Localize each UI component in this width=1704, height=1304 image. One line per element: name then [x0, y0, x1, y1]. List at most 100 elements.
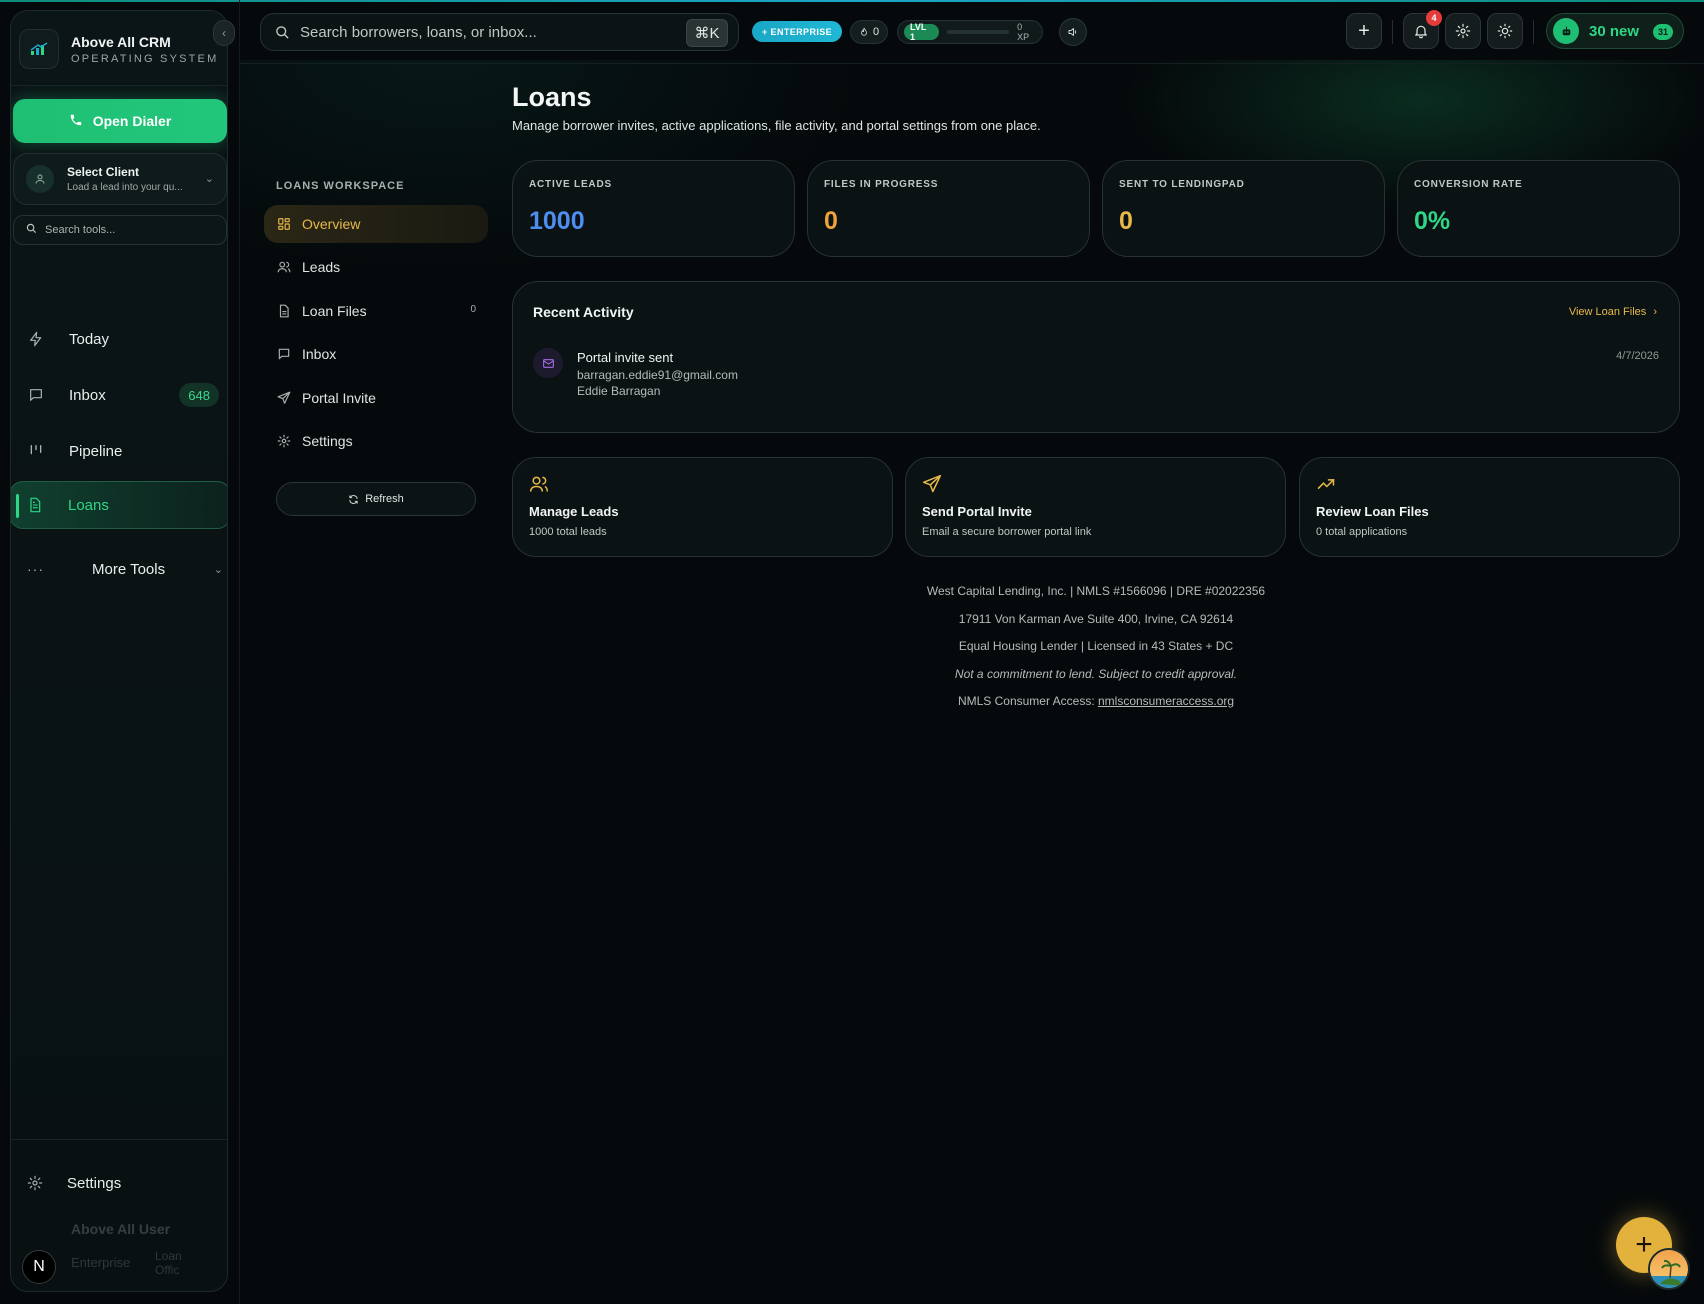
inbox-count-badge: 648	[179, 383, 219, 407]
xp-progress-bar	[946, 30, 1010, 34]
streak-counter: 0	[850, 20, 889, 44]
chevron-down-icon: ⌄	[204, 173, 214, 185]
manage-leads-card[interactable]: Manage Leads 1000 total leads	[512, 457, 893, 557]
chevron-down-icon: ⌄	[213, 563, 223, 576]
footer-disclaimer: Not a commitment to lend. Subject to cre…	[954, 667, 1238, 681]
search-icon	[275, 25, 290, 40]
assistant-avatar[interactable]	[1648, 1248, 1690, 1290]
sidebar-item-settings[interactable]: Settings	[11, 1161, 227, 1205]
global-search[interactable]: ⌘K	[260, 13, 739, 51]
select-client-title: Select Client	[67, 165, 140, 179]
refresh-button[interactable]: Refresh	[276, 482, 476, 516]
brand[interactable]: Above All CRM OPERATING SYSTEM	[19, 21, 219, 77]
brand-title: Above All CRM	[71, 33, 171, 50]
theme-toggle-button[interactable]	[1487, 13, 1523, 49]
notifications-button[interactable]: 4	[1403, 10, 1442, 49]
stat-card-active-leads: ACTIVE LEADS 1000	[512, 160, 795, 257]
select-client-dropdown[interactable]: Select Client Load a lead into your qu..…	[13, 153, 227, 205]
refresh-label: Refresh	[365, 493, 404, 505]
mail-icon	[533, 348, 563, 378]
collapse-sidebar-button[interactable]: ‹	[213, 20, 235, 46]
plus-icon: +	[1635, 1228, 1653, 1261]
flame-icon	[859, 26, 869, 38]
search-icon	[26, 221, 37, 239]
new-leads-count: 31	[1652, 24, 1673, 40]
action-card-title: Manage Leads	[529, 504, 619, 519]
user-name: Above All User	[71, 1221, 171, 1237]
send-portal-invite-card[interactable]: Send Portal Invite Email a secure borrow…	[905, 457, 1286, 557]
enterprise-badge: + ENTERPRISE	[752, 21, 843, 42]
workspace-item-portal-invite[interactable]: Portal Invite	[264, 379, 488, 417]
bell-icon	[1413, 23, 1429, 39]
activity-email: barragan.eddie91@gmail.com	[577, 368, 738, 382]
new-leads-label: 30 new	[1589, 22, 1640, 40]
stat-label: ACTIVE LEADS	[529, 179, 612, 190]
workspace-item-settings[interactable]: Settings	[264, 422, 488, 460]
xp-value: 0 XP	[1017, 22, 1030, 42]
new-leads-button[interactable]: 30 new 31	[1546, 13, 1684, 49]
view-loan-files-link[interactable]: View Loan Files ›	[1569, 306, 1657, 318]
sidebar-item-loans[interactable]: Loans	[11, 481, 227, 529]
recent-activity-panel: Recent Activity View Loan Files › Portal…	[512, 281, 1680, 433]
sound-toggle-button[interactable]	[1059, 18, 1087, 46]
workspace-item-label: Overview	[302, 216, 361, 232]
grid-icon	[276, 216, 292, 232]
toolbar-divider	[1533, 20, 1534, 44]
review-loan-files-card[interactable]: Review Loan Files 0 total applications	[1299, 457, 1680, 557]
workspace-item-label: Loan Files	[302, 303, 367, 319]
stat-label: FILES IN PROGRESS	[824, 179, 939, 190]
level-tag: LVL 1	[904, 22, 939, 42]
pipeline-icon	[27, 442, 45, 460]
open-dialer-button[interactable]: Open Dialer	[13, 99, 227, 143]
activity-date: 4/7/2026	[1616, 350, 1659, 362]
trending-up-icon	[1316, 474, 1336, 494]
message-icon	[276, 346, 292, 362]
file-icon	[276, 303, 292, 319]
phone-icon	[69, 113, 83, 130]
level-progress: LVL 1 0 XP	[897, 20, 1043, 44]
more-tools-label: More Tools	[92, 560, 166, 578]
topbar-border	[240, 63, 1704, 64]
sidebar-item-pipeline[interactable]: Pipeline	[11, 427, 227, 475]
workspace-item-loan-files[interactable]: Loan Files 0	[264, 292, 488, 330]
user-plan: Enterprise	[71, 1255, 131, 1270]
sun-icon	[1497, 23, 1513, 39]
action-card-title: Review Loan Files	[1316, 504, 1429, 519]
user-role: Loan Offic	[155, 1249, 182, 1277]
more-horizontal-icon: ···	[27, 561, 44, 577]
more-tools-toggle[interactable]: ··· More Tools ⌄	[11, 549, 227, 589]
workspace-item-label: Settings	[302, 433, 353, 449]
global-search-input[interactable]	[300, 23, 680, 41]
chevron-right-icon: ›	[1653, 306, 1657, 318]
nmls-consumer-access-link[interactable]: nmlsconsumeraccess.org	[1098, 694, 1234, 708]
sidebar-divider	[11, 1139, 227, 1140]
page-subtitle: Manage borrower invites, active applicat…	[512, 118, 1041, 133]
footer-company: West Capital Lending, Inc. | NMLS #15660…	[926, 584, 1266, 598]
open-dialer-label: Open Dialer	[92, 113, 172, 129]
stat-label: SENT TO LENDINGPAD	[1119, 179, 1245, 190]
users-icon	[276, 259, 292, 275]
stat-value: 0	[1119, 207, 1133, 235]
top-accent-line	[0, 0, 1704, 2]
chevron-left-icon: ‹	[222, 26, 226, 40]
shortcut-hint: ⌘K	[686, 19, 728, 47]
activity-event: Portal invite sent	[577, 350, 674, 365]
activity-borrower-name: Eddie Barragan	[577, 384, 661, 398]
workspace-item-inbox[interactable]: Inbox	[264, 335, 488, 373]
speaker-icon	[1067, 26, 1079, 38]
workspace-item-overview[interactable]: Overview	[264, 205, 488, 243]
sidebar-item-today[interactable]: Today	[11, 315, 227, 363]
sidebar-item-inbox[interactable]: Inbox 648	[11, 371, 227, 419]
workspace-item-leads[interactable]: Leads	[264, 248, 488, 286]
n-logo-badge[interactable]: N	[22, 1250, 56, 1284]
settings-button[interactable]	[1445, 13, 1481, 49]
tools-search-input[interactable]	[45, 224, 205, 236]
gear-icon	[1455, 23, 1471, 39]
brand-logo-icon	[19, 29, 59, 69]
select-client-subtitle: Load a lead into your qu...	[67, 182, 183, 193]
create-new-button[interactable]: +	[1346, 13, 1382, 49]
workspace-title: LOANS WORKSPACE	[276, 180, 405, 192]
tools-search[interactable]	[13, 215, 227, 245]
sidebar-item-label: Settings	[67, 1174, 122, 1192]
toolbar-divider	[1392, 20, 1393, 44]
